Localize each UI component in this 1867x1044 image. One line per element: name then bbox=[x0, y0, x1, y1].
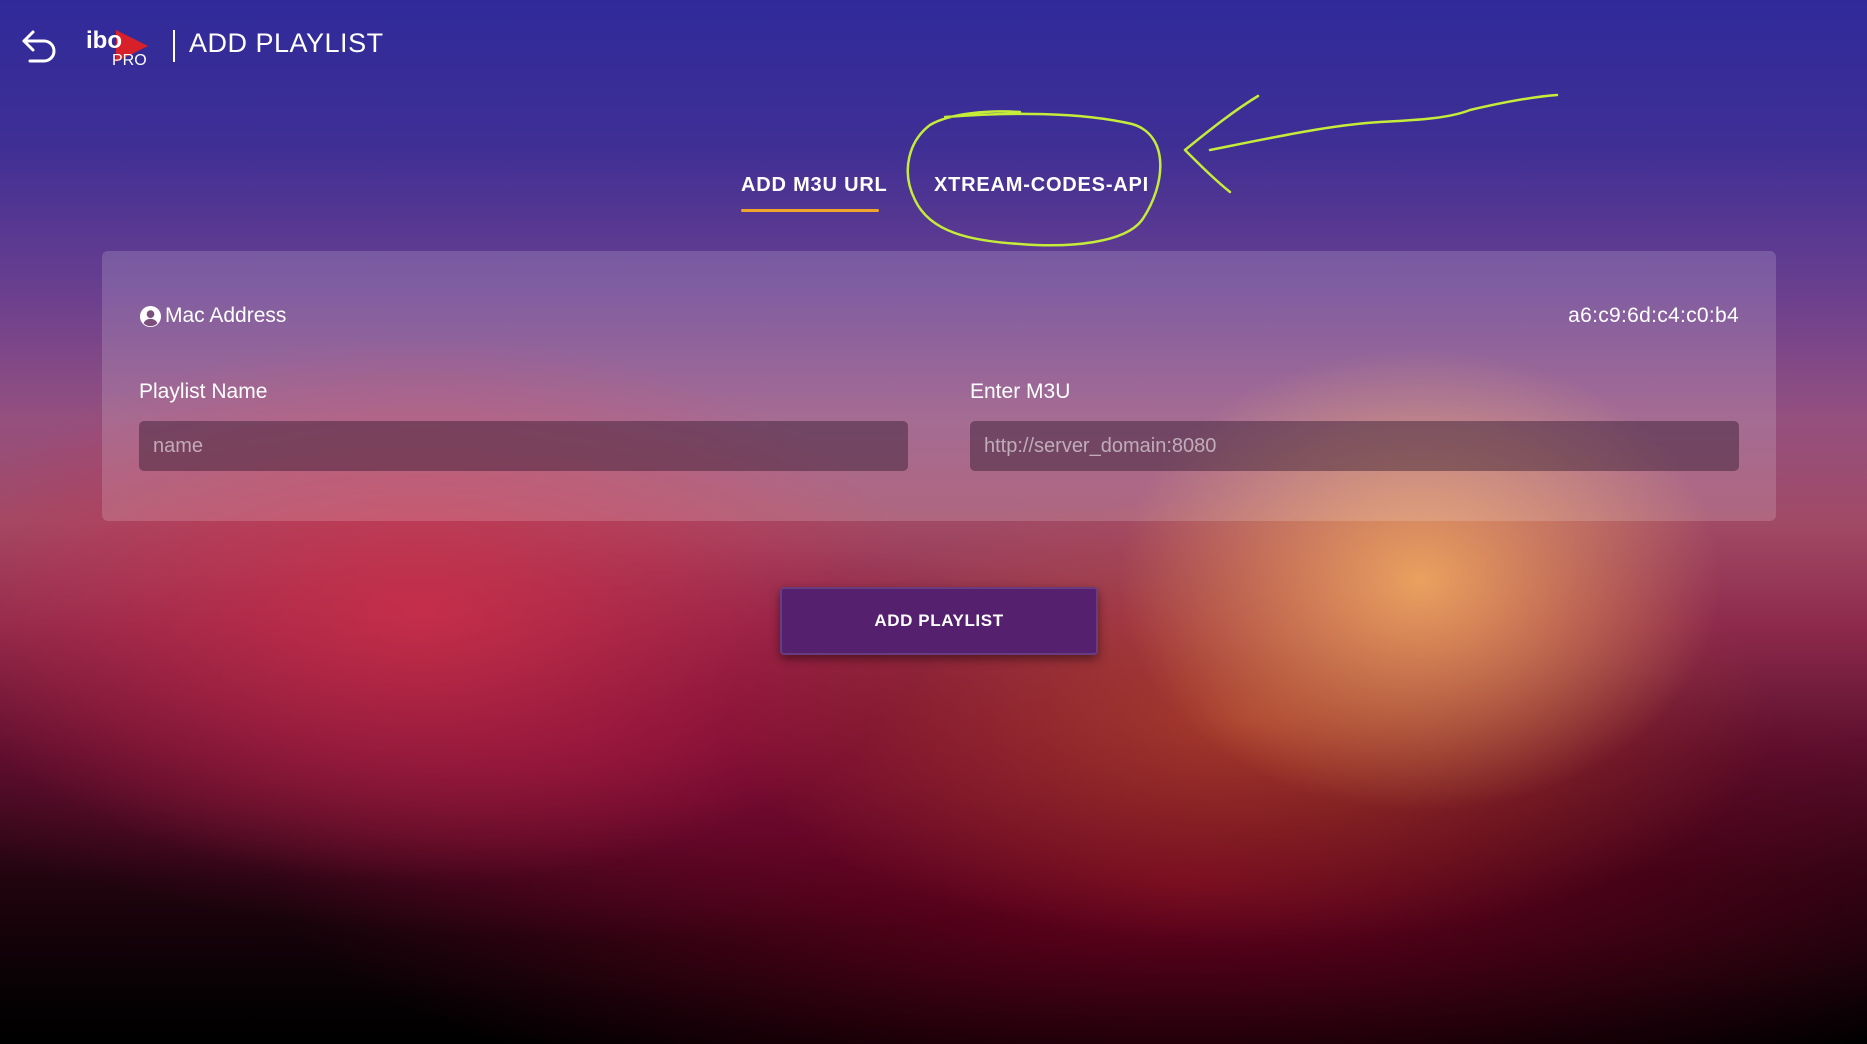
back-button[interactable] bbox=[20, 28, 58, 64]
mac-address-row: Mac Address a6:c9:6d:c4:c0:b4 bbox=[139, 303, 1739, 333]
add-playlist-button[interactable]: ADD PLAYLIST bbox=[780, 587, 1098, 655]
playlist-name-label: Playlist Name bbox=[139, 380, 268, 403]
m3u-url-input[interactable] bbox=[970, 421, 1739, 471]
tab-xtream-codes-api[interactable]: XTREAM-CODES-API bbox=[934, 174, 1149, 197]
mac-address-label: Mac Address bbox=[165, 304, 287, 327]
m3u-url-label: Enter M3U bbox=[970, 380, 1071, 403]
tab-add-m3u-url[interactable]: ADD M3U URL bbox=[741, 174, 888, 197]
mac-address-value: a6:c9:6d:c4:c0:b4 bbox=[1568, 304, 1739, 327]
logo-sub-text: PRO bbox=[112, 52, 147, 68]
user-circle-icon bbox=[139, 305, 162, 328]
active-tab-indicator bbox=[741, 209, 879, 212]
logo-text: ibo bbox=[86, 27, 122, 54]
top-bar: ibo PRO ADD PLAYLIST bbox=[0, 0, 1867, 90]
playlist-name-input[interactable] bbox=[139, 421, 908, 471]
page-title: ADD PLAYLIST bbox=[189, 28, 384, 58]
playlist-form-card: Mac Address a6:c9:6d:c4:c0:b4 Playlist N… bbox=[102, 251, 1776, 521]
annotation-arrow-shaft bbox=[1208, 93, 1559, 152]
back-arrow-icon bbox=[22, 30, 56, 63]
annotation-arrow-head bbox=[1183, 94, 1260, 194]
title-divider bbox=[173, 30, 175, 62]
app-logo: ibo PRO bbox=[86, 24, 150, 69]
